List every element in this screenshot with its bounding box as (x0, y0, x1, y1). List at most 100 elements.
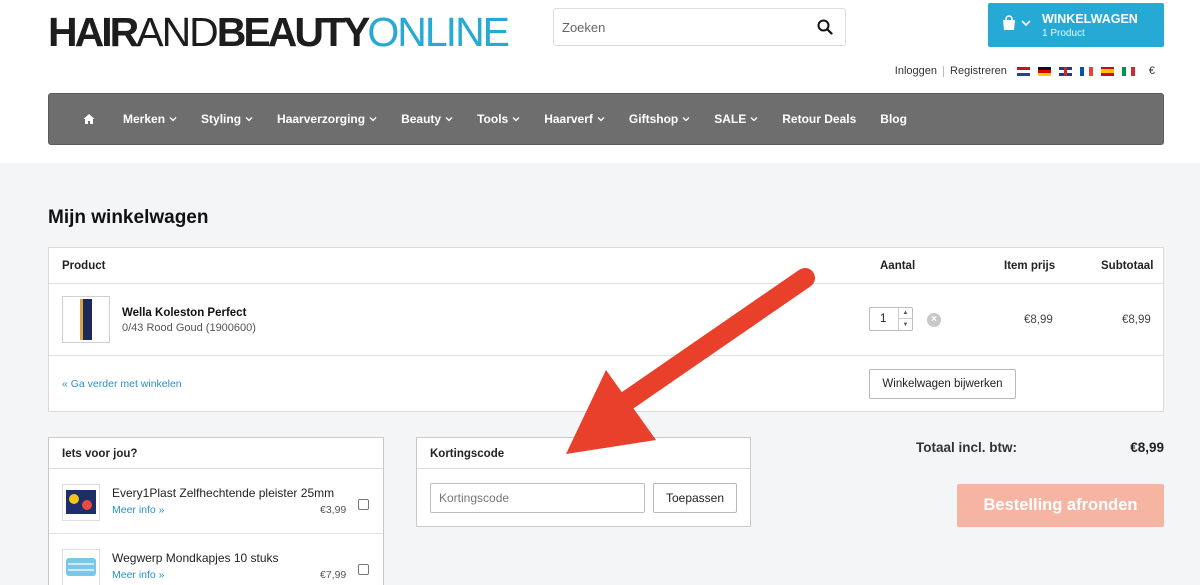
page-title: Mijn winkelwagen (48, 207, 209, 228)
chevron-down-icon (245, 117, 253, 122)
quantity-spin: ▲ ▼ (898, 308, 912, 330)
suggestion-name[interactable]: Wegwerp Mondkapjes 10 stuks (112, 551, 279, 565)
product-name[interactable]: Wella Koleston Perfect (122, 307, 246, 319)
nav-items: Merken Styling Haarverzorging Beauty Tools Ha… (123, 112, 931, 126)
suggestion-image[interactable] (62, 484, 100, 521)
suggestion-name[interactable]: Every1Plast Zelfhechtende pleister 25mm (112, 486, 334, 500)
register-link[interactable]: Registreren (950, 65, 1007, 77)
quantity-value[interactable]: 1 (880, 313, 886, 325)
chevron-down-icon (512, 117, 520, 122)
qty-down-icon[interactable]: ▼ (899, 319, 912, 330)
cart-title: WINKELWAGEN (1042, 12, 1138, 26)
search-input[interactable] (562, 9, 802, 45)
shopping-bag-icon (1003, 15, 1015, 30)
table-row: Wella Koleston Perfect 0/43 Rood Goud (1… (49, 285, 1163, 356)
quantity-stepper[interactable]: 1 ▲ ▼ (869, 307, 913, 331)
login-link[interactable]: Inloggen (895, 65, 937, 77)
nav-item-sale[interactable]: SALE (714, 112, 758, 126)
cart-table-footer: « Ga verder met winkelen Winkelwagen bij… (49, 357, 1163, 412)
cart-button[interactable]: WINKELWAGEN 1 Product (988, 3, 1164, 47)
nav-item-label: Blog (880, 112, 907, 126)
site-logo[interactable]: HAIRANDBEAUTYONLINE (48, 9, 510, 55)
coupon-title: Kortingscode (417, 438, 750, 469)
chevron-down-icon (682, 117, 690, 122)
item-subtotal: €8,99 (1122, 314, 1151, 326)
nl-flag-icon[interactable] (1016, 66, 1030, 76)
nav-item-label: Haarverzorging (277, 112, 366, 126)
suggestion-price: €3,99 (320, 504, 347, 516)
nav-item-label: Retour Deals (782, 112, 857, 126)
chevron-down-icon (369, 117, 377, 122)
qty-up-icon[interactable]: ▲ (899, 308, 912, 319)
chevron-down-icon (1021, 20, 1031, 27)
nav-item-label: Merken (123, 112, 166, 126)
currency-selector[interactable]: € (1149, 65, 1155, 77)
es-flag-icon[interactable] (1100, 66, 1114, 76)
col-item-price: Item prijs (1004, 260, 1056, 272)
cart-table-header: Product Aantal Item prijs Subtotaal (49, 248, 1163, 284)
apply-coupon-button[interactable]: Toepassen (653, 483, 737, 513)
nav-item-label: Beauty (401, 112, 442, 126)
language-flags (1016, 66, 1143, 76)
suggestion-checkbox[interactable] (358, 564, 369, 575)
suggestions-title: Iets voor jou? (49, 438, 383, 469)
coupon-panel: Kortingscode Toepassen (416, 437, 751, 527)
col-subtotal: Subtotaal (1101, 260, 1154, 272)
nav-item-retour-deals[interactable]: Retour Deals (782, 112, 856, 126)
suggestion-more-link[interactable]: Meer info » (112, 504, 165, 516)
nav-item-label: Styling (201, 112, 242, 126)
suggestion-more-link[interactable]: Meer info » (112, 569, 165, 581)
continue-shopping-link[interactable]: « Ga verder met winkelen (62, 378, 182, 390)
suggestion-price: €7,99 (320, 569, 347, 581)
account-bar: Inloggen Registreren € (895, 64, 1155, 78)
search-icon[interactable] (817, 19, 833, 35)
it-flag-icon[interactable] (1121, 66, 1135, 76)
cart-count: 1 Product (1042, 28, 1085, 39)
update-cart-button[interactable]: Winkelwagen bijwerken (869, 369, 1016, 399)
checkout-button[interactable]: Bestelling afronden (957, 484, 1164, 527)
list-item: Wegwerp Mondkapjes 10 stuks Meer info » … (49, 535, 383, 585)
coupon-input[interactable] (430, 483, 645, 513)
nav-item-haarverzorging[interactable]: Haarverzorging (277, 112, 377, 126)
nav-item-label: Haarverf (544, 112, 593, 126)
nav-item-haarverf[interactable]: Haarverf (544, 112, 605, 126)
col-qty: Aantal (880, 260, 916, 272)
total-value: €8,99 (1130, 440, 1164, 455)
chevron-down-icon (445, 117, 453, 122)
nav-item-styling[interactable]: Styling (201, 112, 253, 126)
product-image[interactable] (62, 296, 110, 343)
chevron-down-icon (597, 117, 605, 122)
site-header: HAIRANDBEAUTYONLINE WINKELWAGEN 1 Produc… (0, 0, 1200, 163)
nav-item-label: Giftshop (628, 112, 679, 126)
logo-part-and: AND (136, 9, 219, 55)
remove-item-icon[interactable]: × (927, 313, 941, 327)
chevron-down-icon (750, 117, 758, 122)
total-label: Totaal incl. btw: (916, 440, 1017, 455)
logo-part-online: ONLINE (367, 9, 510, 55)
suggestion-checkbox[interactable] (358, 499, 369, 510)
de-flag-icon[interactable] (1037, 66, 1051, 76)
nav-item-label: SALE (714, 112, 747, 126)
suggestion-image[interactable] (62, 549, 100, 585)
logo-part-hair: HAIR (48, 9, 139, 55)
suggestions-panel: Iets voor jou? Every1Plast Zelfhechtende… (48, 437, 384, 585)
logo-part-beauty: BEAUTY (216, 9, 371, 55)
nav-item-label: Tools (477, 112, 509, 126)
nav-item-tools[interactable]: Tools (477, 112, 520, 126)
product-variant: 0/43 Rood Goud (1900600) (122, 322, 256, 334)
main-nav: Merken Styling Haarverzorging Beauty Tools Ha… (48, 93, 1164, 145)
uk-flag-icon[interactable] (1058, 66, 1072, 76)
divider (943, 65, 945, 77)
item-price: €8,99 (1024, 314, 1053, 326)
nav-item-beauty[interactable]: Beauty (401, 112, 453, 126)
list-item: Every1Plast Zelfhechtende pleister 25mm … (49, 470, 383, 534)
nav-item-giftshop[interactable]: Giftshop (629, 112, 690, 126)
nav-item-merken[interactable]: Merken (123, 112, 177, 126)
search-box (553, 8, 846, 46)
home-icon[interactable] (83, 113, 95, 125)
nav-item-blog[interactable]: Blog (880, 112, 907, 126)
col-product: Product (62, 260, 106, 272)
cart-table: Product Aantal Item prijs Subtotaal Well… (48, 247, 1164, 412)
fr-flag-icon[interactable] (1079, 66, 1093, 76)
chevron-down-icon (169, 117, 177, 122)
